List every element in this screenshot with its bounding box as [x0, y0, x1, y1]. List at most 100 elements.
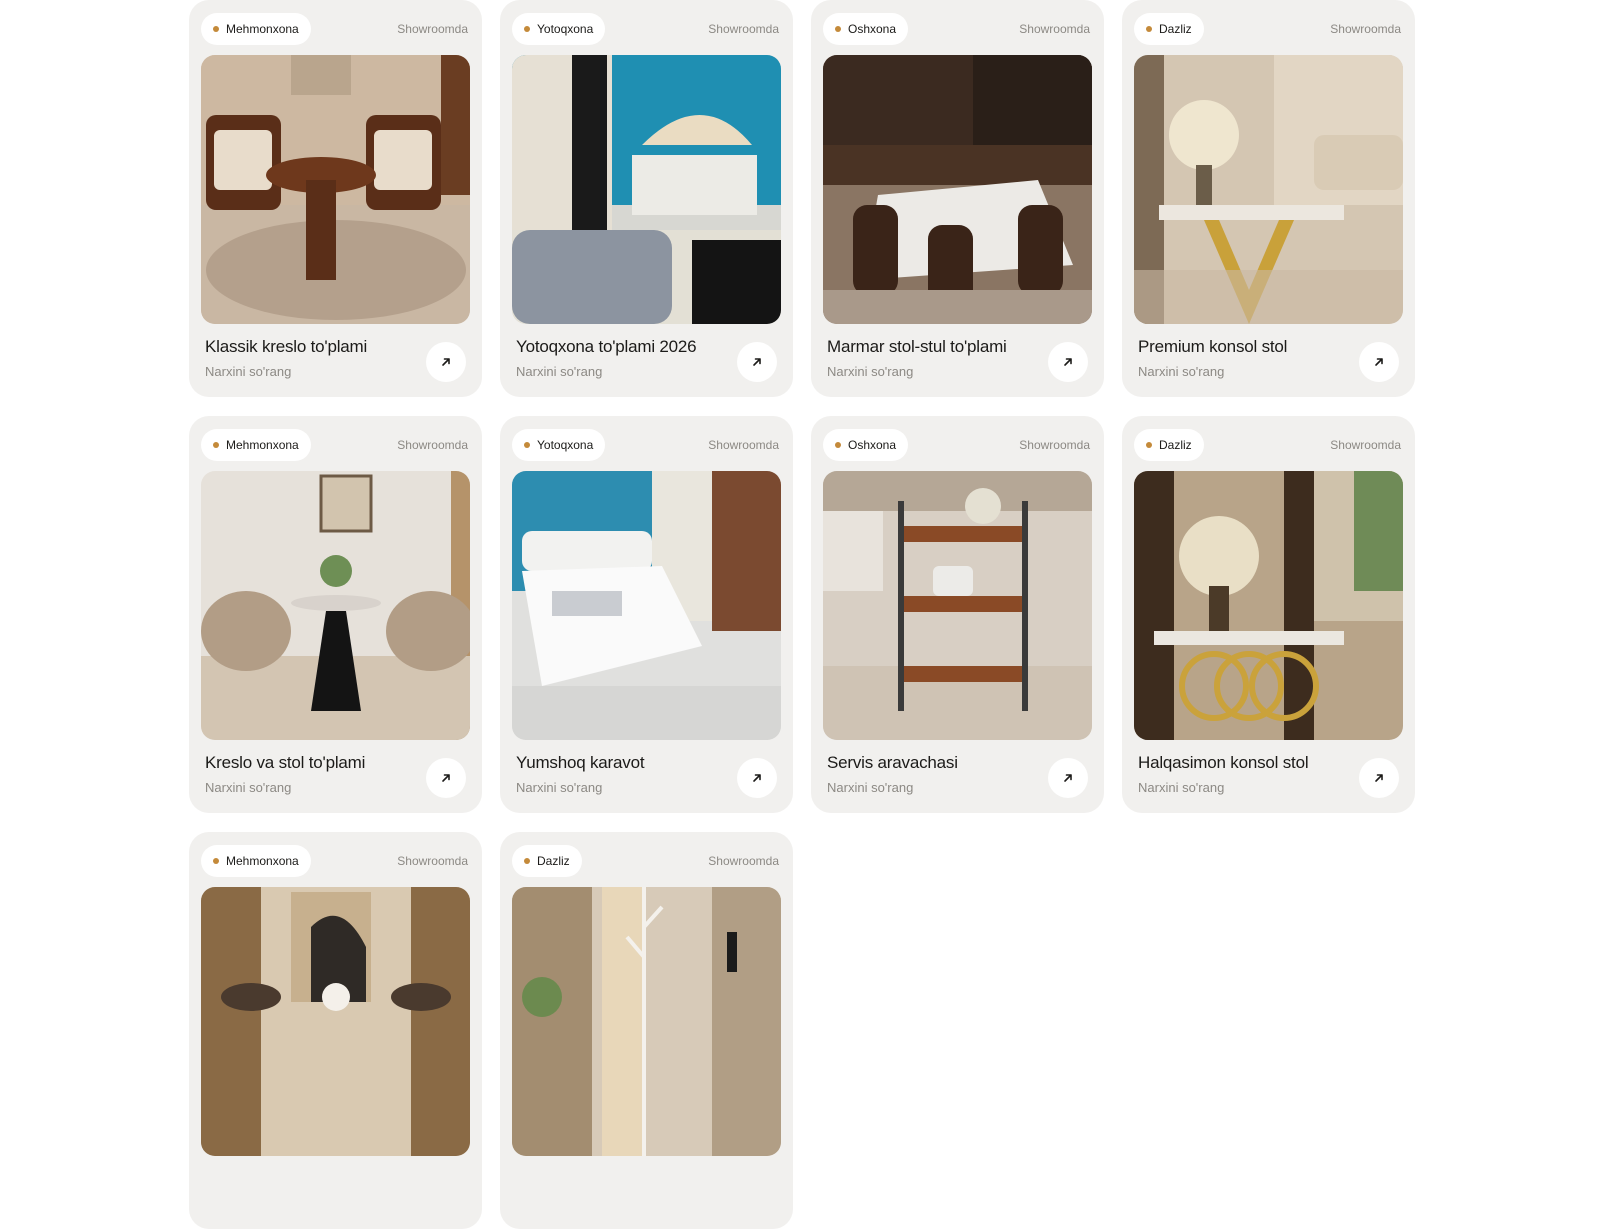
open-product-button[interactable] — [1359, 342, 1399, 382]
location-label: Showroomda — [708, 22, 779, 36]
product-photo[interactable] — [823, 55, 1092, 324]
arrow-up-right-icon — [753, 358, 761, 366]
card-header: Mehmonxona Showroomda — [201, 429, 468, 461]
category-dot — [524, 858, 530, 864]
card-header: Dazliz Showroomda — [1134, 13, 1401, 45]
arrow-up-right-icon — [442, 774, 450, 782]
product-card[interactable]: Dazliz Showroomda — [500, 832, 793, 1229]
product-title[interactable]: Halqasimon konsol stol — [1138, 753, 1309, 773]
arrow-up-right-icon — [1064, 774, 1072, 782]
product-photo[interactable] — [512, 55, 781, 324]
category-chip: Mehmonxona — [201, 845, 311, 877]
product-photo[interactable] — [201, 887, 470, 1156]
product-title[interactable]: Kreslo va stol to'plami — [205, 753, 365, 773]
category-chip: Yotoqxona — [512, 429, 606, 461]
category-chip: Dazliz — [1134, 13, 1204, 45]
product-photo[interactable] — [201, 471, 470, 740]
product-title[interactable]: Yumshoq karavot — [516, 753, 645, 773]
location-label: Showroomda — [397, 438, 468, 452]
category-dot — [835, 442, 841, 448]
arrow-up-right-icon — [1375, 358, 1383, 366]
card-header: Yotoqxona Showroomda — [512, 13, 779, 45]
card-header: Yotoqxona Showroomda — [512, 429, 779, 461]
category-dot — [524, 26, 530, 32]
category-label: Yotoqxona — [537, 438, 594, 452]
price-label: Narxini so'rang — [1138, 364, 1225, 379]
arrow-up-right-icon — [1064, 358, 1072, 366]
category-chip: Oshxona — [823, 429, 909, 461]
category-chip: Mehmonxona — [201, 429, 311, 461]
open-product-button[interactable] — [1359, 758, 1399, 798]
category-dot — [524, 442, 530, 448]
location-label: Showroomda — [1019, 438, 1090, 452]
location-label: Showroomda — [1330, 438, 1401, 452]
location-label: Showroomda — [708, 854, 779, 868]
category-label: Mehmonxona — [226, 438, 299, 452]
category-dot — [213, 858, 219, 864]
product-card[interactable]: Yotoqxona Showroomda Yotoqxona to'plami … — [500, 0, 793, 397]
product-title[interactable]: Marmar stol-stul to'plami — [827, 337, 1007, 357]
category-label: Yotoqxona — [537, 22, 594, 36]
location-label: Showroomda — [397, 854, 468, 868]
card-header: Oshxona Showroomda — [823, 429, 1090, 461]
category-label: Oshxona — [848, 438, 897, 452]
category-label: Dazliz — [1159, 22, 1192, 36]
category-chip: Mehmonxona — [201, 13, 311, 45]
arrow-up-right-icon — [1375, 774, 1383, 782]
category-chip: Dazliz — [1134, 429, 1204, 461]
open-product-button[interactable] — [1048, 758, 1088, 798]
product-title[interactable]: Yotoqxona to'plami 2026 — [516, 337, 697, 357]
category-label: Oshxona — [848, 22, 897, 36]
card-header: Mehmonxona Showroomda — [201, 13, 468, 45]
card-header: Dazliz Showroomda — [1134, 429, 1401, 461]
product-card[interactable]: Mehmonxona Showroomda Kreslo va stol to'… — [189, 416, 482, 813]
open-product-button[interactable] — [426, 342, 466, 382]
open-product-button[interactable] — [1048, 342, 1088, 382]
product-title[interactable]: Premium konsol stol — [1138, 337, 1287, 357]
category-dot — [213, 442, 219, 448]
product-title[interactable]: Klassik kreslo to'plami — [205, 337, 367, 357]
product-photo[interactable] — [823, 471, 1092, 740]
category-chip: Dazliz — [512, 845, 582, 877]
category-dot — [835, 26, 841, 32]
card-header: Mehmonxona Showroomda — [201, 845, 468, 877]
product-card[interactable]: Oshxona Showroomda Servis aravachasi Nar… — [811, 416, 1104, 813]
product-title[interactable]: Servis aravachasi — [827, 753, 958, 773]
category-dot — [213, 26, 219, 32]
category-dot — [1146, 26, 1152, 32]
location-label: Showroomda — [1019, 22, 1090, 36]
arrow-up-right-icon — [753, 774, 761, 782]
product-photo[interactable] — [512, 471, 781, 740]
product-photo[interactable] — [201, 55, 470, 324]
category-chip: Oshxona — [823, 13, 909, 45]
price-label: Narxini so'rang — [1138, 780, 1225, 795]
product-card[interactable]: Yotoqxona Showroomda Yumshoq karavot Nar… — [500, 416, 793, 813]
product-photo[interactable] — [1134, 55, 1403, 324]
arrow-up-right-icon — [442, 358, 450, 366]
product-card[interactable]: Mehmonxona Showroomda Klassik kreslo to'… — [189, 0, 482, 397]
product-card[interactable]: Oshxona Showroomda Marmar stol-stul to'p… — [811, 0, 1104, 397]
open-product-button[interactable] — [426, 758, 466, 798]
product-card[interactable]: Dazliz Showroomda Halqasimon konsol stol… — [1122, 416, 1415, 813]
price-label: Narxini so'rang — [516, 780, 603, 795]
open-product-button[interactable] — [737, 342, 777, 382]
location-label: Showroomda — [397, 22, 468, 36]
category-label: Mehmonxona — [226, 854, 299, 868]
category-label: Mehmonxona — [226, 22, 299, 36]
price-label: Narxini so'rang — [516, 364, 603, 379]
product-card[interactable]: Mehmonxona Showroomda — [189, 832, 482, 1229]
product-photo[interactable] — [1134, 471, 1403, 740]
price-label: Narxini so'rang — [205, 364, 292, 379]
category-label: Dazliz — [537, 854, 570, 868]
product-photo[interactable] — [512, 887, 781, 1156]
product-card[interactable]: Dazliz Showroomda Premium konsol stol Na… — [1122, 0, 1415, 397]
card-header: Oshxona Showroomda — [823, 13, 1090, 45]
price-label: Narxini so'rang — [827, 364, 914, 379]
price-label: Narxini so'rang — [205, 780, 292, 795]
card-header: Dazliz Showroomda — [512, 845, 779, 877]
category-chip: Yotoqxona — [512, 13, 606, 45]
open-product-button[interactable] — [737, 758, 777, 798]
category-label: Dazliz — [1159, 438, 1192, 452]
price-label: Narxini so'rang — [827, 780, 914, 795]
location-label: Showroomda — [1330, 22, 1401, 36]
